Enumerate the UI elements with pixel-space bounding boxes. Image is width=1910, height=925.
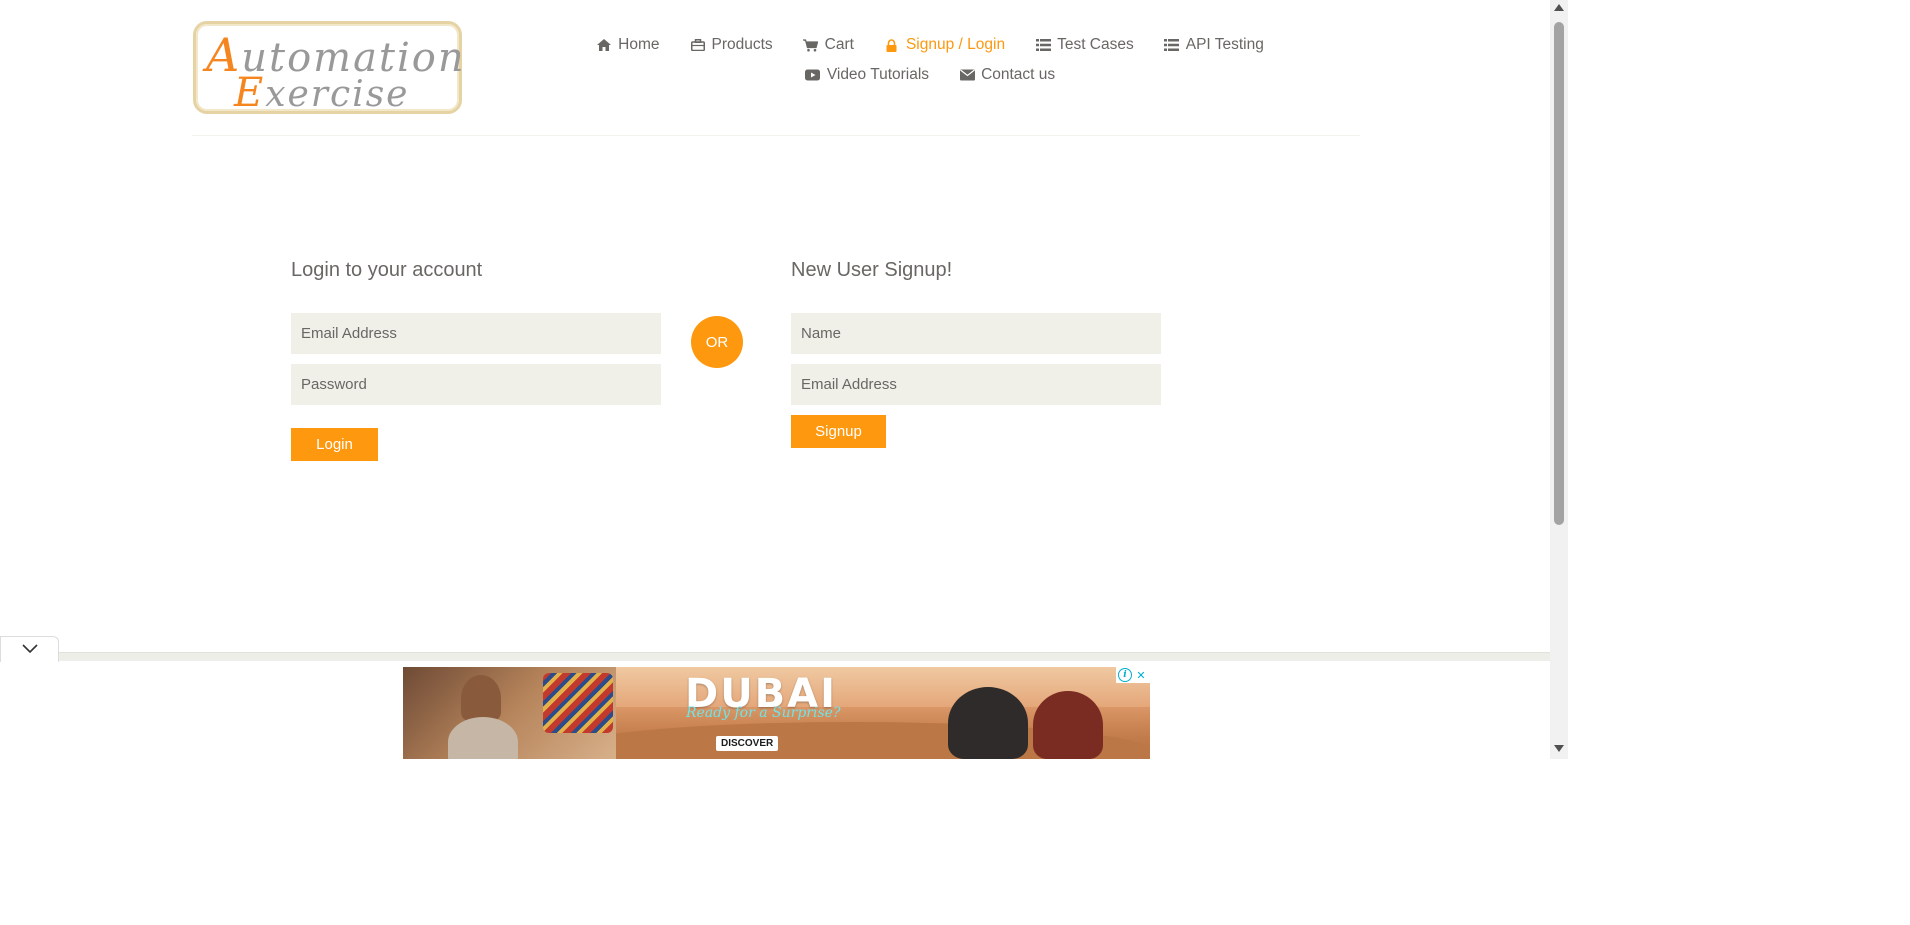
scroll-down-arrow[interactable] [1554, 745, 1564, 752]
nav-video-tutorials-label: Video Tutorials [826, 66, 930, 83]
ad-banner[interactable]: DUBAI Ready for a Surprise? DISCOVER i ✕ [403, 667, 1150, 759]
login-button[interactable]: Login [291, 428, 378, 461]
ad-person-3 [1033, 691, 1103, 759]
youtube-play-icon [805, 68, 821, 82]
envelope-icon [959, 68, 975, 82]
nav-cart-label: Cart [824, 36, 854, 53]
login-password-input[interactable] [291, 364, 661, 405]
nav-contact-us[interactable]: Contact us [944, 66, 1070, 84]
nav-contact-us-label: Contact us [981, 66, 1056, 83]
nav-signup-login-label: Signup / Login [905, 36, 1006, 53]
signup-email-input[interactable] [791, 364, 1161, 405]
list-icon [1164, 38, 1180, 52]
nav-products-label: Products [711, 36, 773, 53]
or-divider: OR [691, 316, 743, 368]
ad-person-1-body [448, 717, 518, 759]
chevron-down-icon [21, 641, 38, 659]
signup-name-input[interactable] [791, 313, 1161, 354]
footer-band [58, 652, 1550, 660]
nav-api-testing[interactable]: API Testing [1149, 36, 1279, 54]
signup-title: New User Signup! [791, 259, 953, 281]
briefcase-icon [690, 38, 706, 52]
ad-collapse-toggle[interactable] [0, 636, 59, 662]
signup-button[interactable]: Signup [791, 415, 886, 448]
header-divider [192, 135, 1360, 136]
nav-home-label: Home [618, 36, 660, 53]
nav-test-cases[interactable]: Test Cases [1020, 36, 1149, 54]
list-icon [1035, 38, 1051, 52]
close-icon[interactable]: ✕ [1134, 668, 1148, 682]
main-nav: Home Products Cart Signup / Login Test C… [597, 30, 1264, 90]
nav-home[interactable]: Home [581, 36, 674, 54]
nav-cart[interactable]: Cart [788, 36, 869, 54]
lock-icon [884, 38, 900, 52]
info-icon[interactable]: i [1118, 668, 1132, 682]
nav-row-2: Video Tutorials Contact us [600, 60, 1260, 90]
nav-video-tutorials[interactable]: Video Tutorials [790, 66, 944, 84]
scroll-up-arrow[interactable] [1554, 4, 1564, 11]
home-icon [596, 38, 612, 52]
page-scrollbar[interactable] [1550, 0, 1568, 759]
site-logo[interactable]: Automation Exercise [193, 21, 464, 116]
nav-api-testing-label: API Testing [1185, 36, 1264, 53]
nav-signup-login[interactable]: Signup / Login [869, 36, 1020, 54]
nav-test-cases-label: Test Cases [1057, 36, 1134, 53]
scroll-thumb[interactable] [1554, 22, 1564, 525]
ad-person-1 [461, 675, 501, 721]
ad-camel-rug [543, 673, 613, 733]
nav-row-1: Home Products Cart Signup / Login Test C… [597, 30, 1264, 60]
ad-cta-button[interactable]: DISCOVER [716, 736, 779, 751]
ad-tagline: Ready for a Surprise? [686, 705, 841, 721]
login-title: Login to your account [291, 259, 483, 281]
ad-controls: i ✕ [1116, 667, 1150, 683]
login-email-input[interactable] [291, 313, 661, 354]
cart-icon [803, 38, 819, 52]
logo-line-2: Exercise [234, 70, 410, 116]
nav-products[interactable]: Products [675, 36, 788, 54]
ad-person-2 [948, 687, 1028, 759]
